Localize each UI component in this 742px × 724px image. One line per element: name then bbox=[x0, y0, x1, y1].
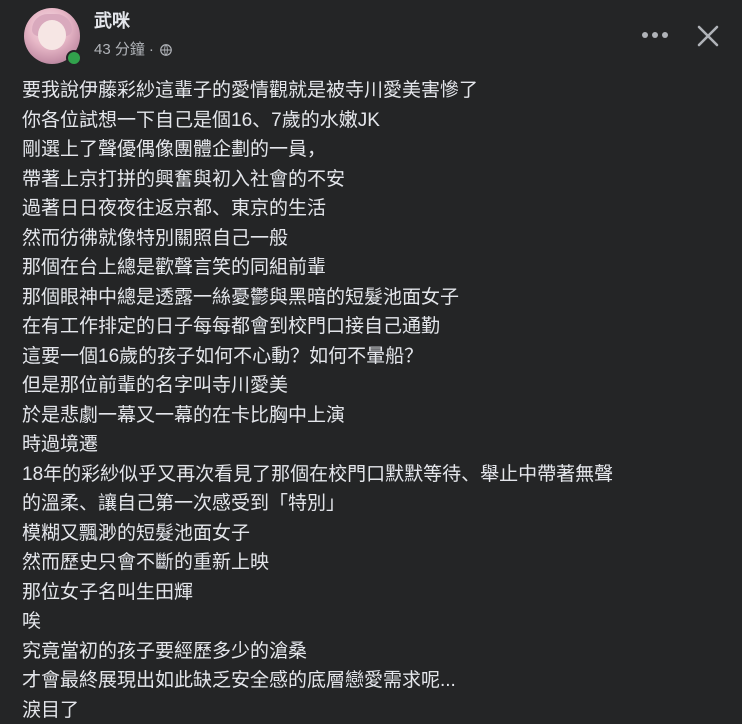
post-text-line: 時過境遷 bbox=[22, 434, 99, 455]
post-text-line: 但是那位前輩的名字叫寺川愛美 bbox=[22, 375, 289, 396]
globe-icon[interactable] bbox=[160, 44, 172, 56]
more-dots-icon bbox=[642, 32, 668, 38]
meta-separator: · bbox=[148, 41, 154, 58]
close-icon bbox=[697, 25, 719, 47]
post-meta: 43 分鐘 · bbox=[94, 40, 172, 60]
close-button[interactable] bbox=[690, 18, 726, 54]
post-text-line: 那個在台上總是歡聲言笑的同組前輩 bbox=[22, 257, 327, 278]
post-text-line: 在有工作排定的日子每每都會到校門口接自己通勤 bbox=[22, 316, 441, 337]
post-time[interactable]: 43 分鐘 bbox=[94, 40, 145, 60]
more-options-button[interactable] bbox=[638, 20, 672, 50]
post-text-line: 的溫柔、讓自己第一次感受到「特別」 bbox=[22, 493, 346, 514]
post-text-line: 究竟當初的孩子要經歷多少的滄桑 bbox=[22, 640, 308, 662]
post-text-line: 你各位試想一下自己是個16、7歲的水嫩JK bbox=[22, 109, 380, 131]
post-text-line: 剛選上了聲優偶像團體企劃的一員， bbox=[22, 139, 327, 160]
post-text-line: 那位女子名叫生田輝 bbox=[22, 581, 194, 603]
post-text-line: 淚目了 bbox=[22, 699, 80, 721]
post-text-line: 模糊又飄渺的短髮池面女子 bbox=[22, 522, 251, 544]
post-text-line: 過著日日夜夜往返京都、東京的生活 bbox=[22, 198, 327, 219]
post-text-line: 要我說伊藤彩紗這輩子的愛情觀就是被寺川愛美害慘了 bbox=[22, 80, 479, 101]
avatar-face bbox=[38, 20, 66, 50]
post-text-line: 唉 bbox=[22, 611, 42, 632]
post-text-line: 於是悲劇一幕又一幕的在卡比胸中上演 bbox=[22, 404, 346, 426]
facebook-post: 武咪 43 分鐘 · 要我說伊藤彩紗這輩子的愛情觀就是被寺川愛美害慘了 你各位試… bbox=[0, 0, 742, 724]
post-text-line: 然而彷彿就像特別關照自己一般 bbox=[22, 227, 289, 249]
author-name[interactable]: 武咪 bbox=[94, 10, 130, 32]
post-text-line: 18年的彩紗似乎又再次看見了那個在校門口默默等待、舉止中帶著無聲 bbox=[22, 463, 614, 485]
post-text-line: 這要一個16歲的孩子如何不心動？如何不暈船？ bbox=[22, 345, 424, 367]
online-status-icon bbox=[66, 50, 82, 66]
post-header: 武咪 43 分鐘 · bbox=[0, 0, 742, 70]
post-text-line: 那個眼神中總是透露一絲憂鬱與黑暗的短髮池面女子 bbox=[22, 286, 460, 308]
post-text-line: 然而歷史只會不斷的重新上映 bbox=[22, 552, 270, 573]
post-body: 要我說伊藤彩紗這輩子的愛情觀就是被寺川愛美害慘了 你各位試想一下自己是個16、7… bbox=[22, 76, 722, 724]
post-text-line: 才會最終展現出如此缺乏安全感的底層戀愛需求呢... bbox=[22, 670, 456, 691]
post-text-line: 帶著上京打拼的興奮與初入社會的不安 bbox=[22, 168, 346, 190]
